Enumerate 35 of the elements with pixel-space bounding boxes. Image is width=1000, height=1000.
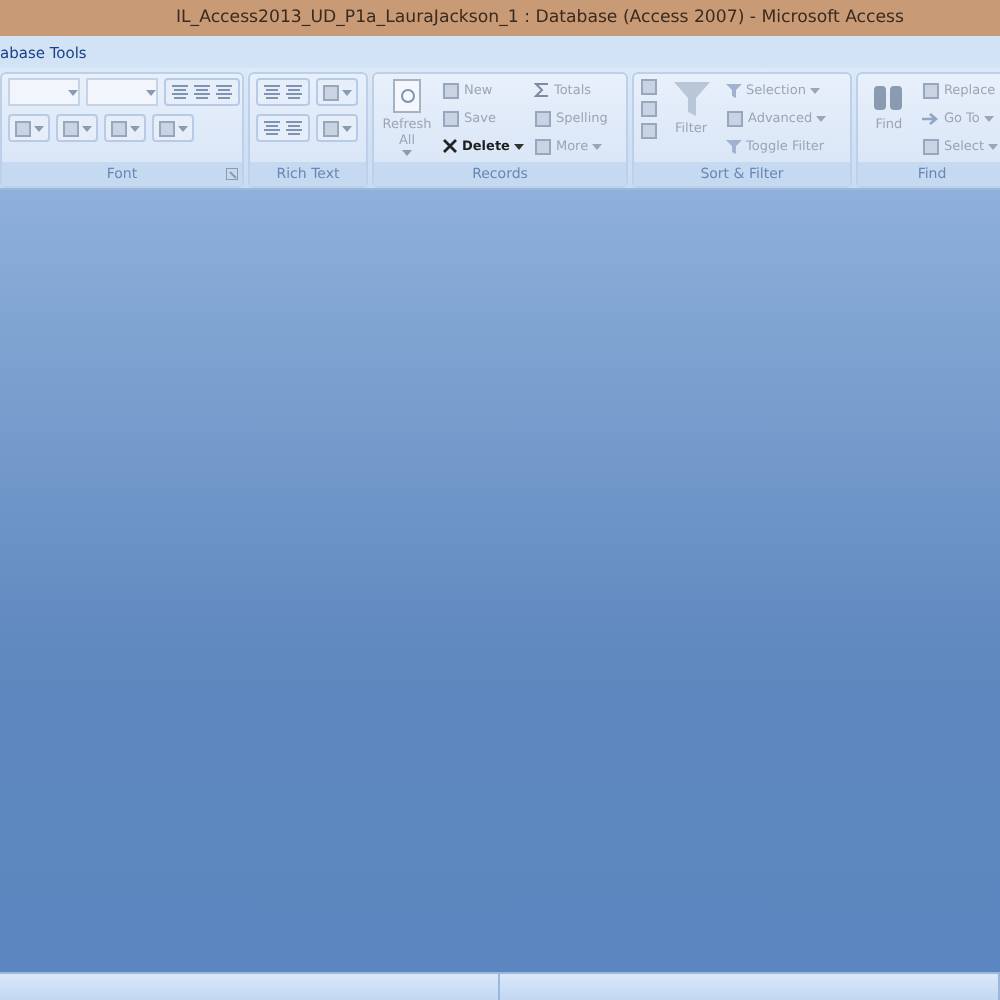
x-icon [442, 138, 458, 154]
caret-icon [82, 125, 92, 131]
caret-icon [816, 115, 827, 121]
dialog-launcher-icon[interactable] [226, 168, 238, 180]
caret-icon [34, 125, 44, 131]
align-buttons[interactable] [164, 78, 240, 106]
fill-color-button[interactable] [56, 114, 98, 142]
list-buttons[interactable] [256, 114, 310, 142]
caret-icon [146, 89, 156, 95]
caret-icon [342, 125, 352, 131]
caret-icon [402, 150, 412, 156]
gridlines-button[interactable] [104, 114, 146, 142]
indent-buttons[interactable] [256, 78, 310, 106]
font-size-field[interactable] [86, 78, 158, 106]
highlight-button[interactable] [316, 114, 358, 142]
caret-icon [513, 143, 524, 149]
caret-icon [68, 89, 78, 95]
font-name-field[interactable] [8, 78, 80, 106]
sigma-icon [533, 82, 550, 98]
funnel-icon [726, 82, 742, 98]
caret-icon [342, 89, 352, 95]
caret-icon [988, 143, 998, 149]
funnel-icon [671, 78, 711, 118]
caret-icon [592, 143, 603, 149]
caret-icon [130, 125, 140, 131]
arrow-icon [921, 111, 940, 125]
funnel-icon [726, 138, 742, 154]
caret-icon [809, 87, 820, 93]
row-color-button[interactable] [152, 114, 194, 142]
caret-icon [178, 125, 188, 131]
font-color-button[interactable] [8, 114, 50, 142]
paragraph-direction-button[interactable] [316, 78, 358, 106]
window-title: IL_Access2013_UD_P1a_LauraJackson_1 : Database (Access 2007) - Microsoft Access [175, 8, 905, 28]
caret-icon [983, 115, 994, 121]
refresh-icon [391, 78, 423, 114]
